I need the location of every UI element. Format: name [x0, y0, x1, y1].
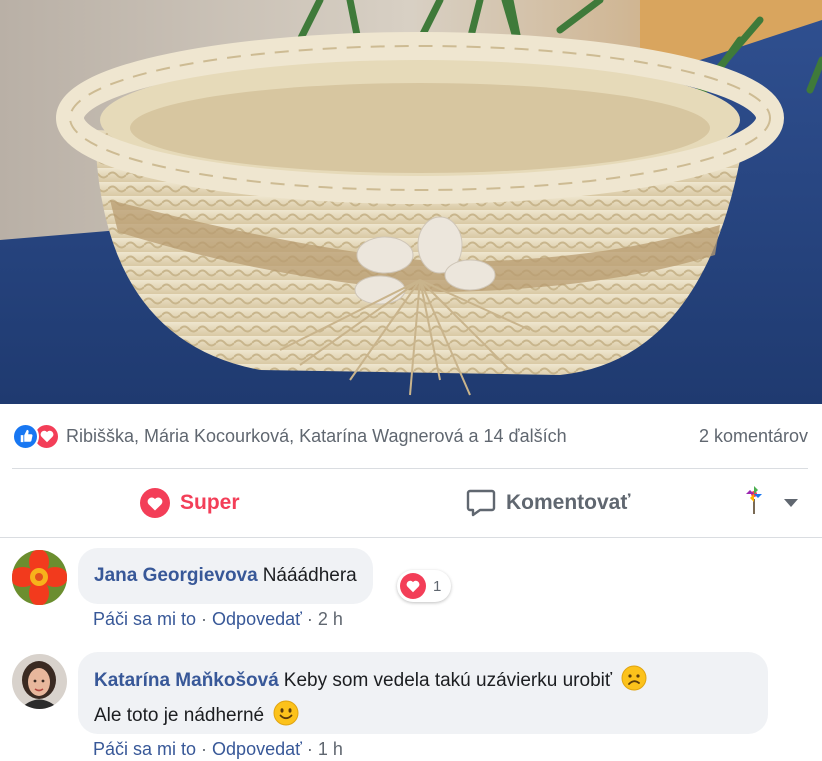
separator: ·: [201, 609, 208, 629]
love-icon: [140, 488, 170, 518]
comment-text: Nááádhera: [262, 565, 357, 586]
reactions-summary[interactable]: Ribišška, Mária Kocourková, Katarína Wag…: [12, 420, 808, 452]
comment-count[interactable]: 2 komentárov: [699, 426, 808, 447]
comment-actions: Páči sa mi to · Odpovedať · 1 h: [93, 739, 343, 760]
pinwheel-icon: [744, 485, 764, 521]
post-photo[interactable]: [0, 0, 822, 404]
super-label: Super: [180, 491, 240, 514]
separator: ·: [306, 739, 313, 759]
love-icon: [400, 573, 426, 599]
comment-label: Komentovať: [506, 491, 631, 514]
reply-link[interactable]: Odpovedať: [212, 609, 302, 629]
comment-reaction-badge[interactable]: 1: [397, 570, 452, 602]
chevron-down-icon: [784, 499, 798, 507]
comment-text-line2: Ale toto je nádherné: [94, 705, 265, 726]
reaction-picker-button[interactable]: [744, 470, 798, 536]
comment-text: Keby som vedela takú uzávierku urobiť: [283, 670, 612, 691]
comment-author[interactable]: Katarína Maňkošová: [94, 670, 279, 691]
avatar[interactable]: [12, 654, 67, 709]
comment-icon: [466, 489, 496, 517]
comment-button[interactable]: Komentovať: [466, 470, 630, 536]
like-link[interactable]: Páči sa mi to: [93, 739, 196, 759]
reaction-icons: [12, 422, 60, 450]
avatar[interactable]: [12, 550, 67, 605]
reply-link[interactable]: Odpovedať: [212, 739, 302, 759]
like-link[interactable]: Páči sa mi to: [93, 609, 196, 629]
comment-bubble: Jana Georgievova Nááádhera: [78, 548, 373, 604]
separator: ·: [306, 609, 313, 629]
comment-timestamp[interactable]: 2 h: [318, 609, 343, 629]
reactor-names[interactable]: Ribišška, Mária Kocourková, Katarína Wag…: [66, 426, 699, 447]
separator: ·: [201, 739, 208, 759]
like-icon: [12, 422, 39, 450]
comment-timestamp[interactable]: 1 h: [318, 739, 343, 759]
confused-face-icon: [621, 665, 647, 700]
smile-icon: [273, 700, 299, 735]
comment-bubble: Katarína Maňkošová Keby som vedela takú u…: [78, 652, 768, 734]
woven-basket-photo: [0, 0, 822, 404]
post-action-bar: Super Komentovať: [0, 470, 822, 536]
divider: [0, 537, 822, 538]
reaction-count: 1: [433, 577, 442, 595]
comment-actions: Páči sa mi to · Odpovedať · 2 h: [93, 609, 343, 630]
comment-author[interactable]: Jana Georgievova: [94, 565, 258, 586]
divider: [12, 468, 808, 469]
super-reaction-button[interactable]: Super: [140, 470, 240, 536]
